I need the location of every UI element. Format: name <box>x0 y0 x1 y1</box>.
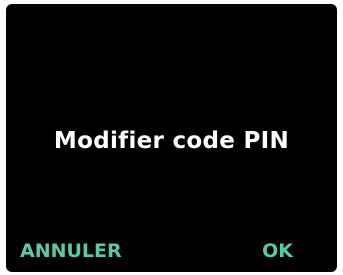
device-screen: Modifier code PIN ANNULER OK <box>6 4 337 272</box>
screen-title: Modifier code PIN <box>53 128 290 154</box>
cancel-button[interactable]: ANNULER <box>20 240 122 262</box>
ok-button[interactable]: OK <box>262 240 293 262</box>
